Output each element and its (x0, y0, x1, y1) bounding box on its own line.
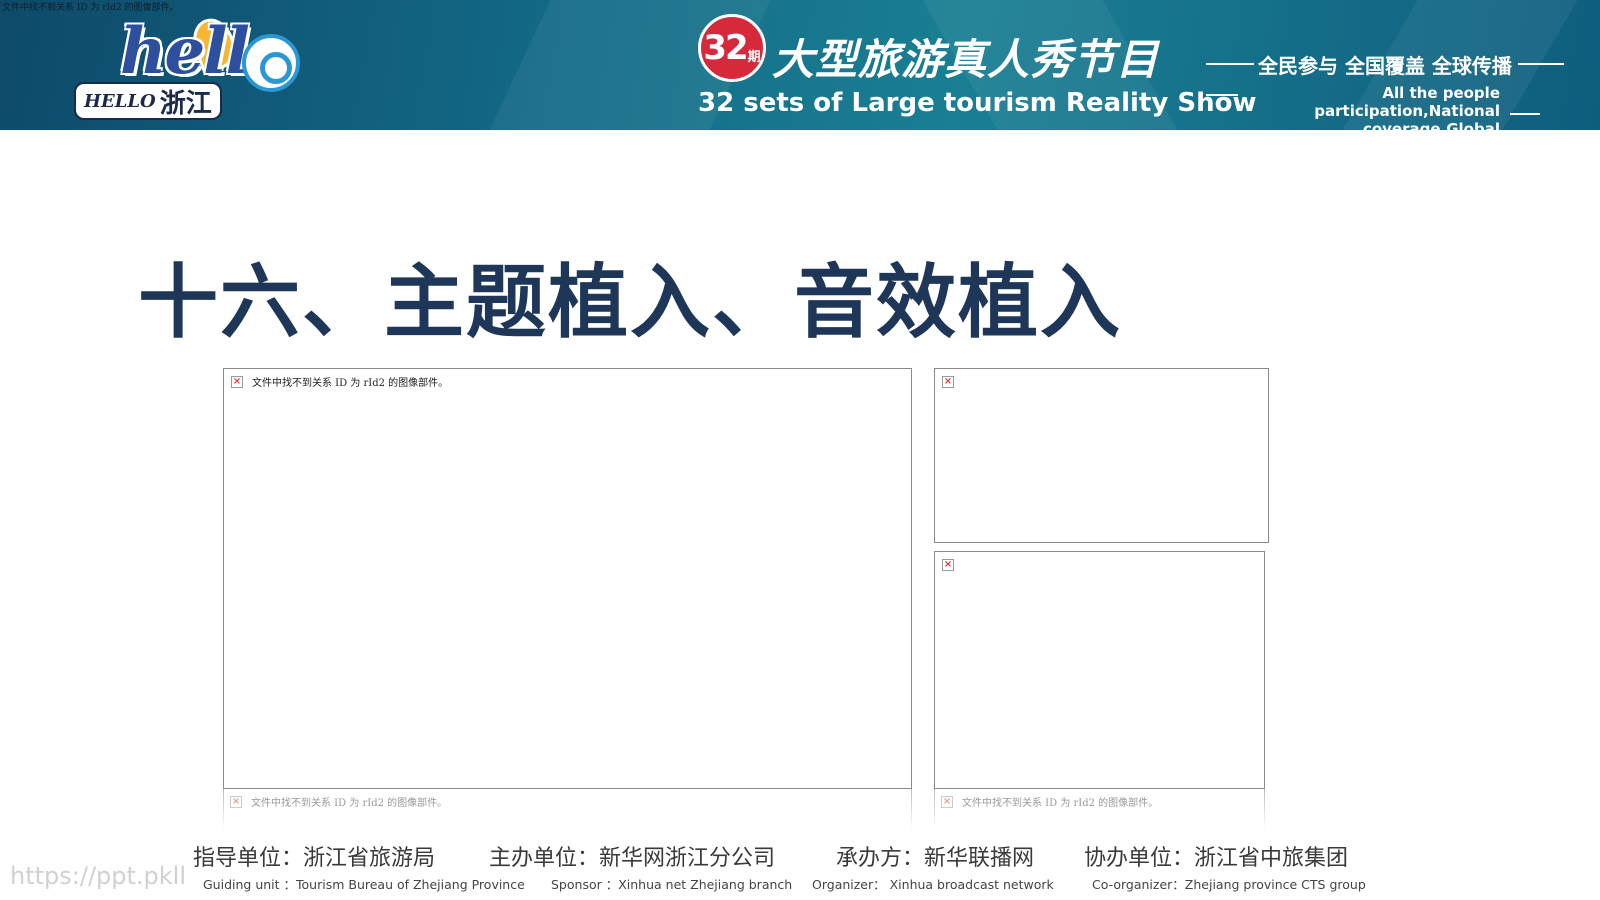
image-placeholder-top-right: × (934, 368, 1269, 543)
broken-image-icon: × (942, 376, 954, 388)
broken-image-text: 文件中找不到关系 ID 为 rId2 的图像部件。 (251, 798, 448, 809)
broken-image-icon: × (942, 559, 954, 571)
broken-image-icon: × (941, 796, 953, 808)
reflection-edge (1264, 789, 1265, 829)
slogan-en-line2: coverage,Global Communication (1362, 120, 1500, 130)
divider-rule (1206, 63, 1254, 65)
reflection-edge (911, 789, 912, 829)
episode-badge: 32 期 (698, 14, 766, 82)
footer-co-organizer: 协办单位：浙江省中旅集团 Co-organizer：Zhejiang provi… (1084, 840, 1366, 893)
footer-org-cn: 协办单位：浙江省中旅集团 (1084, 846, 1349, 871)
broken-image-text: 文件中找不到关系 ID 为 rId2 的图像部件。 (962, 798, 1159, 809)
footer-org-cn: 指导单位：浙江省旅游局 (193, 846, 436, 871)
footer-org-en: Organizer： Xinhua broadcast network (812, 877, 1054, 892)
image-reflection-right: × 文件中找不到关系 ID 为 rId2 的图像部件。 (934, 789, 1265, 829)
broken-image-text: 文件中找不到关系 ID 为 rId2 的图像部件。 (2, 3, 179, 13)
banner-title-en: 32 sets of Large tourism Reality Show (698, 88, 1257, 118)
reflection-edge (223, 789, 224, 829)
logo-zhejiang-text: 浙江 (159, 88, 212, 119)
reflection-edge (934, 789, 935, 829)
footer-org-cn: 承办方：新华联播网 (836, 846, 1035, 871)
header-banner: 文件中找不到关系 ID 为 rId2 的图像部件。 hello HELLO 浙江… (0, 0, 1600, 130)
footer-org-cn: 主办单位：新华网浙江分公司 (489, 846, 776, 871)
banner-slogan-cn: 全民参与 全国覆盖 全球传播 (1258, 54, 1512, 78)
hello-zhejiang-logo: hello HELLO 浙江 (74, 12, 306, 124)
footer-org-en: Sponsor ：Xinhua net Zhejiang branch (551, 877, 793, 892)
footer-sponsor: 主办单位：新华网浙江分公司 Sponsor ：Xinhua net Zhejia… (489, 840, 792, 893)
broken-image-icon: × (230, 796, 242, 808)
banner-slogan-en: All the people participation,National co… (1240, 84, 1500, 130)
episode-suffix: 期 (747, 49, 761, 65)
image-placeholder-main: × 文件中找不到关系 ID 为 rId2 的图像部件。 (223, 368, 912, 789)
divider-rule (1510, 113, 1540, 115)
banner-title-cn: 大型旅游真人秀节目 (772, 35, 1160, 84)
image-placeholder-bottom-right: × (934, 551, 1265, 789)
divider-rule (1206, 94, 1238, 96)
footer-guiding-unit: 指导单位：浙江省旅游局 Guiding unit ：Tourism Bureau… (193, 840, 525, 893)
logo-hello-text: HELLO (84, 90, 156, 112)
broken-image-text: 文件中找不到关系 ID 为 rId2 的图像部件。 (252, 378, 449, 389)
footer-organizer: 承办方：新华联播网 Organizer： Xinhua broadcast ne… (812, 840, 1054, 893)
divider-rule (1518, 63, 1564, 65)
page-title: 十六、主题植入、音效植入 (138, 256, 1122, 349)
slogan-en-line1: All the people participation,National (1314, 84, 1500, 120)
logo-plate: HELLO 浙江 (74, 82, 222, 120)
broken-image-icon: × (231, 376, 243, 388)
episode-number: 32 (703, 28, 748, 68)
image-reflection-left: × 文件中找不到关系 ID 为 rId2 的图像部件。 (223, 789, 912, 829)
footer-org-en: Co-organizer：Zhejiang province CTS group (1092, 877, 1366, 892)
watermark-url: https://ppt.pkll (10, 862, 187, 890)
footer-org-en: Guiding unit ：Tourism Bureau of Zhejiang… (203, 877, 525, 892)
logo-swirl-icon (242, 34, 300, 92)
